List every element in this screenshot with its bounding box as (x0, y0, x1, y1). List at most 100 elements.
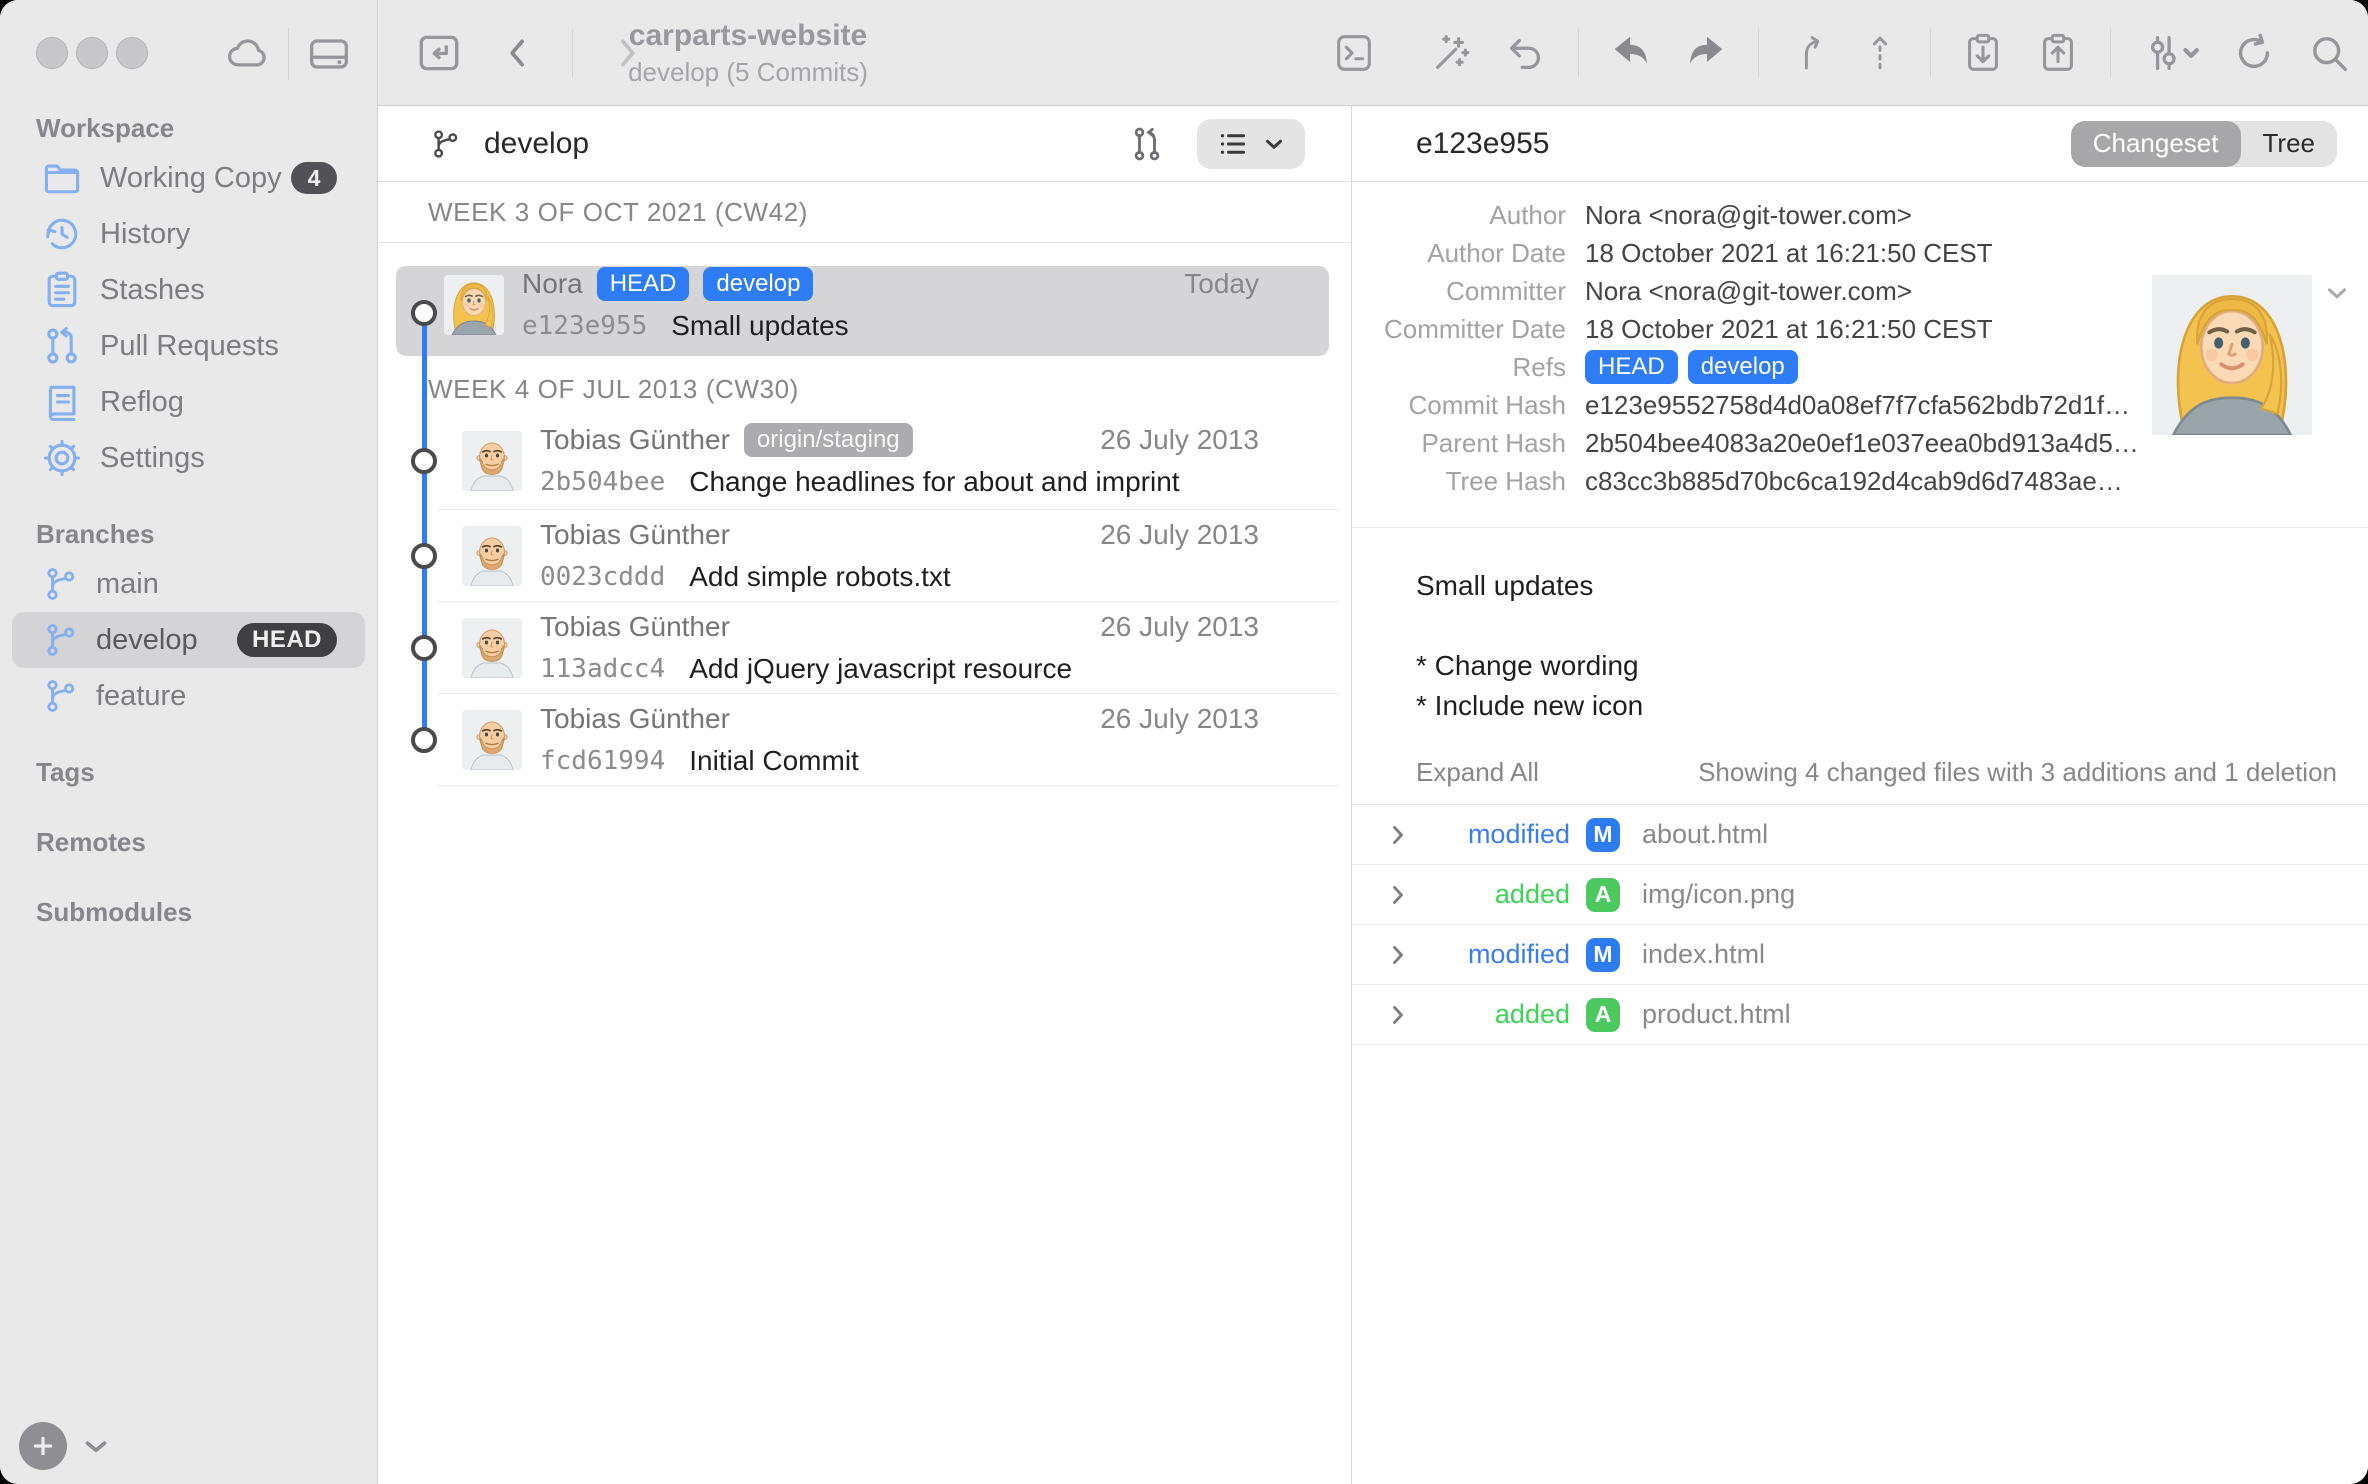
branch-icon (40, 564, 80, 604)
undo-filled-icon[interactable] (1608, 30, 1654, 76)
close-button[interactable] (36, 37, 68, 69)
commit-avatar (462, 526, 522, 586)
meta-row: Author Date18 October 2021 at 16:21:50 C… (1352, 234, 2368, 272)
commit-row[interactable]: Tobias Günther 26 July 2013 0023cdddAdd si… (378, 510, 1351, 602)
repository-subtitle: develop (5 Commits) (628, 57, 868, 88)
zoom-button[interactable] (116, 37, 148, 69)
tab-changeset[interactable]: Changeset (2071, 121, 2241, 167)
commit-row[interactable]: Tobias Günther26 July 2013fcd61994Initia… (378, 694, 1351, 786)
magic-wand-icon[interactable] (1428, 30, 1474, 76)
sidebar-item-history[interactable]: History (12, 206, 365, 262)
changed-file-row[interactable]: modifiedMindex.html (1352, 925, 2368, 985)
commit-date: 26 July 2013 (1100, 517, 1259, 553)
meta-row: Tree Hashc83cc3b885d70bc6ca192d4cab9d6d7… (1352, 462, 2368, 500)
pullrequest-icon (40, 324, 84, 368)
file-name: img/icon.png (1642, 879, 1795, 910)
ref-badge-develop: develop (703, 267, 813, 301)
redo-filled-icon[interactable] (1683, 30, 1729, 76)
commit-meta: Tobias Güntherorigin/staging26 July 2013… (540, 422, 1351, 500)
commit-subject: Small updates (671, 310, 848, 342)
search-icon[interactable] (2306, 30, 2352, 76)
refresh-icon[interactable] (2231, 30, 2277, 76)
row-separator (438, 785, 1339, 786)
submodules-section-header: Submodules (36, 890, 377, 934)
commit-meta: NoraHEADdevelopTodaye123e955Small update… (522, 266, 1351, 344)
sidebar-branch-main[interactable]: main (12, 556, 365, 612)
sidebar-sections: Workspace Working Copy 4 HistoryStashesPul… (0, 106, 377, 1484)
view-filters-icon[interactable] (2140, 30, 2202, 76)
commit-row-content: NoraHEADdevelopTodaye123e955Small update… (444, 266, 1351, 344)
branch-label: develop (96, 624, 198, 657)
changed-file-row[interactable]: addedAimg/icon.png (1352, 865, 2368, 925)
ref-badge-HEAD: HEAD (1585, 350, 1678, 384)
commit-date: 26 July 2013 (1100, 701, 1259, 737)
sidebar-item-stashes[interactable]: Stashes (12, 262, 365, 318)
sidebar-branch-feature[interactable]: feature (12, 668, 365, 724)
changed-files-summary: Showing 4 changed files with 3 additions… (1698, 757, 2337, 788)
commit-subject: Add jQuery javascript resource (689, 653, 1072, 685)
file-status-badge: M (1586, 938, 1620, 972)
disclosure-chevron-icon[interactable] (1384, 821, 1412, 849)
meta-value: 18 October 2021 at 16:21:50 CEST (1585, 238, 1993, 269)
drive-icon[interactable] (303, 28, 355, 80)
stash-apply-icon[interactable] (1960, 30, 2006, 76)
commit-line2: 2b504beeChange headlines for about and i… (540, 464, 1259, 500)
chevron-down-icon[interactable] (79, 1429, 113, 1463)
terminal-icon[interactable] (1331, 30, 1377, 76)
commit-row-content: Tobias Günther 26 July 2013 0023cdddAdd si… (462, 517, 1351, 595)
workspace-section-header: Workspace (36, 106, 377, 150)
file-status-badge: A (1586, 998, 1620, 1032)
commit-row[interactable]: Tobias Günther26 July 2013113adcc4Add jQ… (378, 602, 1351, 694)
sidebar-branch-develop[interactable]: developHEAD (12, 612, 365, 668)
history-icon (40, 212, 84, 256)
commit-row[interactable]: Tobias Güntherorigin/staging26 July 2013… (378, 412, 1351, 510)
item-count-badge: 4 (291, 162, 337, 194)
meta-label: Refs (1352, 352, 1566, 383)
changed-file-row[interactable]: addedAproduct.html (1352, 985, 2368, 1045)
sidebar-item-settings[interactable]: Settings (12, 430, 365, 486)
week-section-header: WEEK 4 OF JUL 2013 (CW30) (378, 366, 1351, 412)
undo-outline-icon[interactable] (1503, 30, 1549, 76)
reflog-icon (40, 380, 84, 424)
tags-section-header: Tags (36, 750, 377, 794)
file-name: about.html (1642, 819, 1768, 850)
changed-file-row[interactable]: modifiedMabout.html (1352, 805, 2368, 865)
minimize-button[interactable] (76, 37, 108, 69)
disclosure-chevron-icon[interactable] (1384, 881, 1412, 909)
back-chevron-icon[interactable] (498, 33, 538, 73)
stash-save-icon[interactable] (2035, 30, 2081, 76)
disclosure-chevron-icon[interactable] (1384, 1001, 1412, 1029)
sidebar-item-pull-requests[interactable]: Pull Requests (12, 318, 365, 374)
view-options-button[interactable] (1197, 119, 1305, 169)
tab-tree[interactable]: Tree (2241, 121, 2338, 167)
commit-line2: 0023cdddAdd simple robots.txt (540, 559, 1259, 595)
add-repository-button[interactable] (19, 1422, 67, 1470)
gear-icon (40, 436, 84, 480)
merge-branch-icon[interactable] (1788, 32, 1830, 74)
compare-branches-icon[interactable] (1127, 124, 1167, 164)
branch-label: feature (96, 680, 186, 713)
cloud-icon[interactable] (222, 28, 274, 80)
list-view-icon (1215, 126, 1251, 162)
commit-date: 26 July 2013 (1100, 609, 1259, 645)
meta-value: c83cc3b885d70bc6ca192d4cab9d6d7483ae… (1585, 466, 2123, 497)
folder-icon (40, 156, 84, 200)
open-working-copy-icon[interactable] (414, 28, 464, 78)
sidebar-item-working-copy[interactable]: Working Copy 4 (12, 150, 365, 206)
file-status: added (1412, 879, 1570, 910)
chevron-down-icon[interactable] (2322, 278, 2352, 308)
commit-author: Tobias Günther (540, 611, 730, 643)
cherry-pick-icon[interactable] (1859, 32, 1901, 74)
meta-label: Commit Hash (1352, 390, 1566, 421)
commit-hash-title: e123e955 (1416, 127, 1549, 161)
commit-avatar (462, 618, 522, 678)
commit-row-content: Tobias Güntherorigin/staging26 July 2013… (462, 422, 1351, 500)
expand-all-button[interactable]: Expand All (1416, 757, 1539, 788)
sidebar-item-reflog[interactable]: Reflog (12, 374, 365, 430)
disclosure-chevron-icon[interactable] (1384, 941, 1412, 969)
stash-icon (40, 268, 84, 312)
sidebar-item-label: Working Copy (100, 162, 282, 195)
sidebar-item-label: Reflog (100, 386, 184, 419)
commit-row[interactable]: NoraHEADdevelopTodaye123e955Small update… (378, 243, 1351, 366)
commit-author: Tobias Günther (540, 519, 730, 551)
